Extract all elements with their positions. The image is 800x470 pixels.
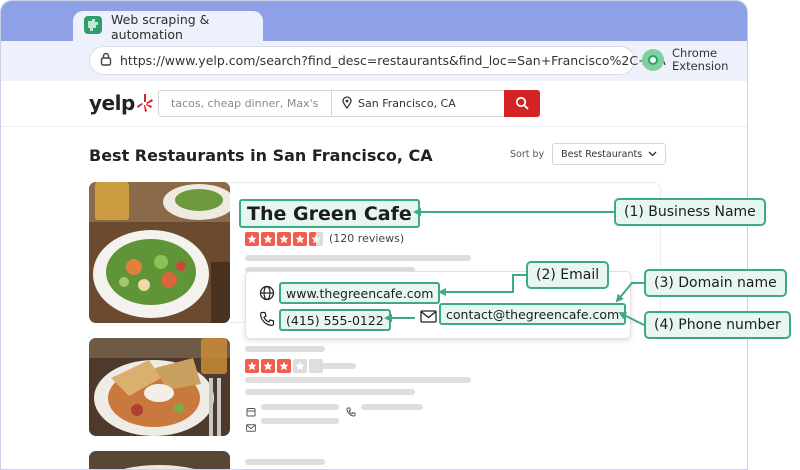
placeholder-line: [245, 389, 415, 395]
star-icon: [293, 359, 307, 373]
star-icon: [245, 359, 259, 373]
star-icon: [261, 232, 275, 246]
globe-icon: [259, 285, 275, 305]
website-link[interactable]: www.thegreencafe.com: [279, 282, 441, 304]
phone-icon: [259, 311, 275, 331]
placeholder-line: [245, 255, 471, 261]
url-text: https://www.yelp.com/search?find_desc=re…: [120, 53, 666, 68]
tab-title: Web scraping & automation: [111, 12, 210, 42]
placeholder-line: [245, 346, 325, 352]
envelope-icon: [246, 417, 256, 436]
business-name[interactable]: The Green Cafe: [239, 199, 420, 228]
browser-tab-strip: Web scraping & automation: [1, 1, 747, 43]
chrome-icon: [642, 49, 664, 71]
email-address[interactable]: contact@thegreencafe.com: [439, 303, 627, 325]
chrome-extension-button[interactable]: Chrome Extension: [642, 47, 728, 73]
extension-label: Chrome Extension: [672, 46, 729, 73]
placeholder-line: [261, 404, 339, 410]
placeholder-line: [312, 363, 356, 369]
find-input[interactable]: tacos, cheap dinner, Max's: [159, 91, 332, 116]
sort-label: Sort by: [510, 148, 545, 160]
placeholder-line: [361, 404, 423, 410]
star-icon: [277, 232, 291, 246]
chevron-down-icon: [648, 151, 657, 157]
url-field[interactable]: https://www.yelp.com/search?find_desc=re…: [89, 46, 666, 75]
sandwich-photo[interactable]: [89, 338, 230, 436]
star-icon: [245, 232, 259, 246]
star-icon: [277, 359, 291, 373]
search-icon: [515, 96, 529, 110]
browser-tab[interactable]: Web scraping & automation: [73, 11, 263, 43]
callout-domain-name: (3) Domain name: [644, 269, 787, 297]
puzzle-logo-icon: [83, 15, 103, 39]
yelp-header: yelp tacos, cheap dinner, Max's San Fran…: [1, 81, 747, 127]
placeholder-line: [245, 377, 471, 383]
callout-phone-number: (4) Phone number: [644, 311, 791, 339]
sort-dropdown[interactable]: Best Restaurants: [552, 143, 667, 165]
callout-business-name: (1) Business Name: [614, 198, 766, 226]
salad-photo[interactable]: [89, 182, 230, 323]
review-count[interactable]: (120 reviews): [329, 232, 404, 245]
search-bar: tacos, cheap dinner, Max's San Francisco…: [158, 89, 540, 117]
yelp-burst-icon: [136, 94, 153, 112]
yelp-logo[interactable]: yelp: [89, 91, 154, 115]
envelope-icon: [420, 308, 437, 327]
near-input[interactable]: San Francisco, CA: [332, 91, 504, 116]
page-title: Best Restaurants in San Francisco, CA: [89, 146, 433, 165]
placeholder-line: [245, 459, 325, 465]
lock-icon: [100, 51, 112, 70]
address-bar-row: https://www.yelp.com/search?find_desc=re…: [1, 41, 747, 81]
location-pin-icon: [342, 95, 352, 112]
phone-icon: [346, 402, 356, 421]
sort-control: Sort by Best Restaurants: [510, 143, 667, 165]
star-icon: [309, 232, 323, 246]
search-button[interactable]: [504, 89, 540, 117]
placeholder-line: [261, 418, 339, 424]
phone-number[interactable]: (415) 555-0122: [279, 309, 391, 331]
star-rating: [245, 232, 323, 246]
near-value: San Francisco, CA: [358, 97, 456, 110]
food-photo[interactable]: [89, 451, 230, 469]
star-icon: [293, 232, 307, 246]
star-icon: [261, 359, 275, 373]
callout-email: (2) Email: [526, 261, 610, 289]
browser-window: Web scraping & automation https://www.ye…: [0, 0, 748, 470]
